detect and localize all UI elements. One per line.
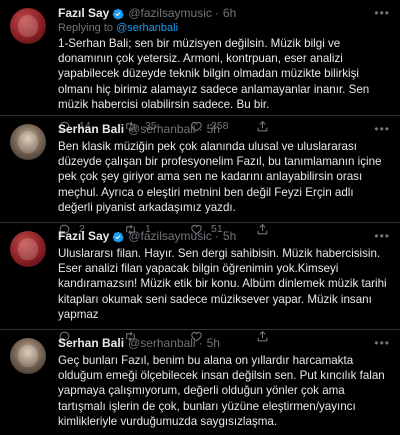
author-handle[interactable]: @fazilsaymusic	[128, 6, 212, 21]
separator-dot: ·	[214, 6, 219, 20]
timestamp[interactable]: 5h	[207, 122, 220, 137]
more-options-icon[interactable]: •••	[374, 6, 390, 21]
tweet-text: Ben klasik müziğin pek çok alanında ulus…	[58, 140, 382, 214]
tweet-header: Fazıl Say @fazilsaymusic · 6h •••	[58, 6, 390, 21]
avatar-face	[18, 345, 38, 367]
author-name[interactable]: Serhan Bali	[58, 336, 124, 351]
separator-dot: ·	[214, 229, 219, 243]
avatar-face	[18, 238, 38, 260]
author-handle[interactable]: @serhanbali	[128, 122, 196, 137]
tweet-header: Serhan Bali @serhanbali · 5h •••	[58, 336, 390, 351]
tweet-header: Serhan Bali @serhanbali · 5h •••	[58, 122, 390, 137]
replying-to: Replying to @serhanbali	[58, 22, 390, 34]
tweet-thread: Fazıl Say @fazilsaymusic · 6h ••• Replyi…	[0, 0, 400, 435]
timestamp[interactable]: 6h	[223, 6, 236, 21]
author-handle[interactable]: @serhanbali	[128, 336, 196, 351]
tweet-header: Fazıl Say @fazilsaymusic · 5h •••	[58, 229, 390, 244]
separator-dot: ·	[198, 122, 203, 136]
tweet-text: Geç bunları Fazıl, benim bu alana on yıl…	[58, 354, 385, 428]
replying-to-label: Replying to	[58, 22, 114, 34]
avatar-face	[18, 131, 38, 153]
avatar[interactable]	[10, 231, 46, 267]
author-handle[interactable]: @fazilsaymusic	[128, 229, 212, 244]
more-options-icon[interactable]: •••	[374, 229, 390, 244]
verified-badge-icon	[113, 231, 125, 242]
avatar[interactable]	[10, 338, 46, 374]
timestamp[interactable]: 5h	[223, 229, 236, 244]
avatar-face	[18, 15, 38, 37]
tweet[interactable]: Fazıl Say @fazilsaymusic · 6h ••• Replyi…	[0, 0, 400, 133]
more-options-icon[interactable]: •••	[374, 336, 390, 351]
verified-badge-icon	[113, 8, 125, 19]
author-name[interactable]: Fazıl Say	[58, 229, 109, 244]
tweet[interactable]: Serhan Bali @serhanbali · 5h ••• Ben kla…	[0, 116, 400, 236]
separator-dot: ·	[198, 336, 203, 350]
avatar[interactable]	[10, 8, 46, 44]
author-name[interactable]: Serhan Bali	[58, 122, 124, 137]
tweet[interactable]: Serhan Bali @serhanbali · 5h ••• Geç bun…	[0, 330, 400, 435]
more-options-icon[interactable]: •••	[374, 122, 390, 137]
tweet[interactable]: Fazıl Say @fazilsaymusic · 5h ••• Ulusla…	[0, 223, 400, 343]
reply-mention-link[interactable]: @serhanbali	[116, 22, 178, 34]
tweet-text: Uluslararsı filan. Hayır. Sen dergi sahi…	[58, 247, 387, 321]
timestamp[interactable]: 5h	[207, 336, 220, 351]
avatar[interactable]	[10, 124, 46, 160]
author-name[interactable]: Fazıl Say	[58, 6, 109, 21]
tweet-text: 1-Serhan Bali; sen bir müzisyen değilsin…	[58, 37, 370, 111]
